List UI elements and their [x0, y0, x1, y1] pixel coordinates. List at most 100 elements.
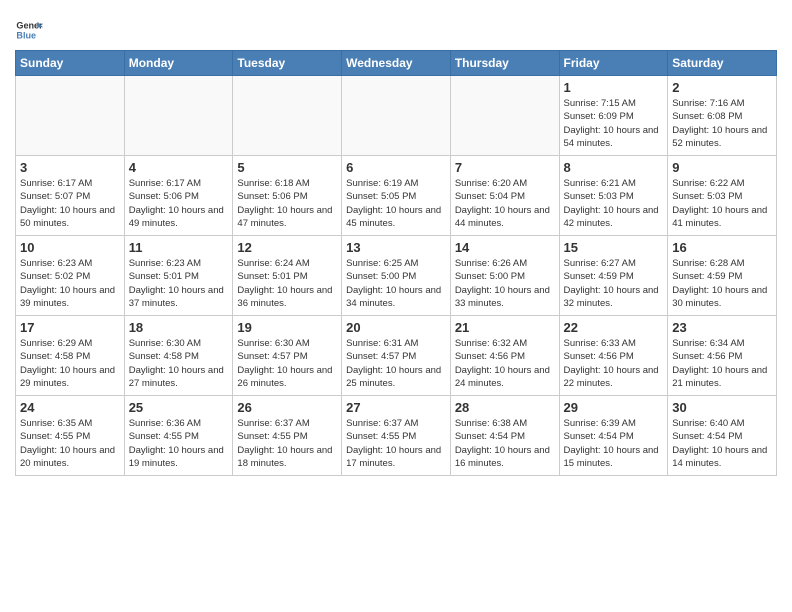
cell-info: Sunrise: 6:24 AM Sunset: 5:01 PM Dayligh…: [237, 257, 337, 310]
cell-info: Sunrise: 6:19 AM Sunset: 5:05 PM Dayligh…: [346, 177, 446, 230]
calendar-cell: 15 Sunrise: 6:27 AM Sunset: 4:59 PM Dayli…: [559, 236, 668, 316]
weekday-header-row: SundayMondayTuesdayWednesdayThursdayFrid…: [16, 51, 777, 76]
day-number: 26: [237, 400, 337, 415]
cell-info: Sunrise: 6:23 AM Sunset: 5:02 PM Dayligh…: [20, 257, 120, 310]
day-number: 14: [455, 240, 555, 255]
day-number: 16: [672, 240, 772, 255]
cell-info: Sunrise: 6:30 AM Sunset: 4:57 PM Dayligh…: [237, 337, 337, 390]
calendar-cell: 10 Sunrise: 6:23 AM Sunset: 5:02 PM Dayli…: [16, 236, 125, 316]
weekday-label: Tuesday: [233, 51, 342, 76]
day-number: 5: [237, 160, 337, 175]
day-number: 20: [346, 320, 446, 335]
calendar-cell: [450, 76, 559, 156]
logo: General Blue: [15, 16, 43, 44]
page-header: General Blue: [15, 10, 777, 44]
day-number: 18: [129, 320, 229, 335]
cell-info: Sunrise: 6:25 AM Sunset: 5:00 PM Dayligh…: [346, 257, 446, 310]
day-number: 8: [564, 160, 664, 175]
calendar-cell: 23 Sunrise: 6:34 AM Sunset: 4:56 PM Dayli…: [668, 316, 777, 396]
day-number: 19: [237, 320, 337, 335]
cell-info: Sunrise: 6:23 AM Sunset: 5:01 PM Dayligh…: [129, 257, 229, 310]
calendar-cell: 16 Sunrise: 6:28 AM Sunset: 4:59 PM Dayli…: [668, 236, 777, 316]
calendar-body: 1 Sunrise: 7:15 AM Sunset: 6:09 PM Daylig…: [16, 76, 777, 476]
calendar-cell: 29 Sunrise: 6:39 AM Sunset: 4:54 PM Dayli…: [559, 396, 668, 476]
calendar-table: SundayMondayTuesdayWednesdayThursdayFrid…: [15, 50, 777, 476]
cell-info: Sunrise: 6:31 AM Sunset: 4:57 PM Dayligh…: [346, 337, 446, 390]
day-number: 6: [346, 160, 446, 175]
cell-info: Sunrise: 6:32 AM Sunset: 4:56 PM Dayligh…: [455, 337, 555, 390]
calendar-cell: 28 Sunrise: 6:38 AM Sunset: 4:54 PM Dayli…: [450, 396, 559, 476]
cell-info: Sunrise: 6:29 AM Sunset: 4:58 PM Dayligh…: [20, 337, 120, 390]
calendar-cell: [233, 76, 342, 156]
calendar-cell: 19 Sunrise: 6:30 AM Sunset: 4:57 PM Dayli…: [233, 316, 342, 396]
cell-info: Sunrise: 6:20 AM Sunset: 5:04 PM Dayligh…: [455, 177, 555, 230]
calendar-cell: [342, 76, 451, 156]
weekday-label: Monday: [124, 51, 233, 76]
calendar-cell: [124, 76, 233, 156]
calendar-cell: 7 Sunrise: 6:20 AM Sunset: 5:04 PM Daylig…: [450, 156, 559, 236]
cell-info: Sunrise: 7:16 AM Sunset: 6:08 PM Dayligh…: [672, 97, 772, 150]
day-number: 11: [129, 240, 229, 255]
calendar-row: 3 Sunrise: 6:17 AM Sunset: 5:07 PM Daylig…: [16, 156, 777, 236]
day-number: 1: [564, 80, 664, 95]
day-number: 15: [564, 240, 664, 255]
calendar-cell: 24Sunrise: 6:35 AM Sunset: 4:55 PM Dayli…: [16, 396, 125, 476]
calendar-cell: 2 Sunrise: 7:16 AM Sunset: 6:08 PM Daylig…: [668, 76, 777, 156]
calendar-cell: 25Sunrise: 6:36 AM Sunset: 4:55 PM Dayli…: [124, 396, 233, 476]
calendar-cell: 1 Sunrise: 7:15 AM Sunset: 6:09 PM Daylig…: [559, 76, 668, 156]
cell-info: Sunrise: 6:37 AM Sunset: 4:55 PM Dayligh…: [346, 417, 446, 470]
day-number: 9: [672, 160, 772, 175]
calendar-row: 1 Sunrise: 7:15 AM Sunset: 6:09 PM Daylig…: [16, 76, 777, 156]
cell-info: Sunrise: 6:21 AM Sunset: 5:03 PM Dayligh…: [564, 177, 664, 230]
weekday-label: Friday: [559, 51, 668, 76]
calendar-cell: 18Sunrise: 6:30 AM Sunset: 4:58 PM Dayli…: [124, 316, 233, 396]
calendar-cell: [16, 76, 125, 156]
weekday-label: Thursday: [450, 51, 559, 76]
cell-info: Sunrise: 6:17 AM Sunset: 5:07 PM Dayligh…: [20, 177, 120, 230]
day-number: 12: [237, 240, 337, 255]
calendar-cell: 6 Sunrise: 6:19 AM Sunset: 5:05 PM Daylig…: [342, 156, 451, 236]
cell-info: Sunrise: 6:40 AM Sunset: 4:54 PM Dayligh…: [672, 417, 772, 470]
cell-info: Sunrise: 6:37 AM Sunset: 4:55 PM Dayligh…: [237, 417, 337, 470]
day-number: 7: [455, 160, 555, 175]
day-number: 29: [564, 400, 664, 415]
calendar-cell: 27Sunrise: 6:37 AM Sunset: 4:55 PM Dayli…: [342, 396, 451, 476]
calendar-cell: 21Sunrise: 6:32 AM Sunset: 4:56 PM Dayli…: [450, 316, 559, 396]
day-number: 13: [346, 240, 446, 255]
cell-info: Sunrise: 6:26 AM Sunset: 5:00 PM Dayligh…: [455, 257, 555, 310]
cell-info: Sunrise: 6:34 AM Sunset: 4:56 PM Dayligh…: [672, 337, 772, 390]
cell-info: Sunrise: 7:15 AM Sunset: 6:09 PM Dayligh…: [564, 97, 664, 150]
calendar-cell: 13 Sunrise: 6:25 AM Sunset: 5:00 PM Dayli…: [342, 236, 451, 316]
cell-info: Sunrise: 6:38 AM Sunset: 4:54 PM Dayligh…: [455, 417, 555, 470]
calendar-cell: 26 Sunrise: 6:37 AM Sunset: 4:55 PM Dayli…: [233, 396, 342, 476]
cell-info: Sunrise: 6:33 AM Sunset: 4:56 PM Dayligh…: [564, 337, 664, 390]
calendar-cell: 12 Sunrise: 6:24 AM Sunset: 5:01 PM Dayli…: [233, 236, 342, 316]
calendar-cell: 3 Sunrise: 6:17 AM Sunset: 5:07 PM Daylig…: [16, 156, 125, 236]
calendar-cell: 8 Sunrise: 6:21 AM Sunset: 5:03 PM Daylig…: [559, 156, 668, 236]
cell-info: Sunrise: 6:27 AM Sunset: 4:59 PM Dayligh…: [564, 257, 664, 310]
day-number: 25: [129, 400, 229, 415]
calendar-row: 10 Sunrise: 6:23 AM Sunset: 5:02 PM Dayli…: [16, 236, 777, 316]
day-number: 2: [672, 80, 772, 95]
calendar-cell: 14 Sunrise: 6:26 AM Sunset: 5:00 PM Dayli…: [450, 236, 559, 316]
day-number: 17: [20, 320, 120, 335]
logo-icon: General Blue: [15, 16, 43, 44]
svg-text:Blue: Blue: [16, 30, 36, 40]
cell-info: Sunrise: 6:39 AM Sunset: 4:54 PM Dayligh…: [564, 417, 664, 470]
day-number: 10: [20, 240, 120, 255]
day-number: 23: [672, 320, 772, 335]
day-number: 3: [20, 160, 120, 175]
cell-info: Sunrise: 6:18 AM Sunset: 5:06 PM Dayligh…: [237, 177, 337, 230]
calendar-cell: 11 Sunrise: 6:23 AM Sunset: 5:01 PM Dayli…: [124, 236, 233, 316]
weekday-label: Saturday: [668, 51, 777, 76]
day-number: 4: [129, 160, 229, 175]
day-number: 24: [20, 400, 120, 415]
day-number: 22: [564, 320, 664, 335]
cell-info: Sunrise: 6:28 AM Sunset: 4:59 PM Dayligh…: [672, 257, 772, 310]
calendar-cell: 30 Sunrise: 6:40 AM Sunset: 4:54 PM Dayli…: [668, 396, 777, 476]
calendar-cell: 5 Sunrise: 6:18 AM Sunset: 5:06 PM Daylig…: [233, 156, 342, 236]
day-number: 30: [672, 400, 772, 415]
calendar-row: 17 Sunrise: 6:29 AM Sunset: 4:58 PM Dayli…: [16, 316, 777, 396]
weekday-label: Sunday: [16, 51, 125, 76]
day-number: 28: [455, 400, 555, 415]
